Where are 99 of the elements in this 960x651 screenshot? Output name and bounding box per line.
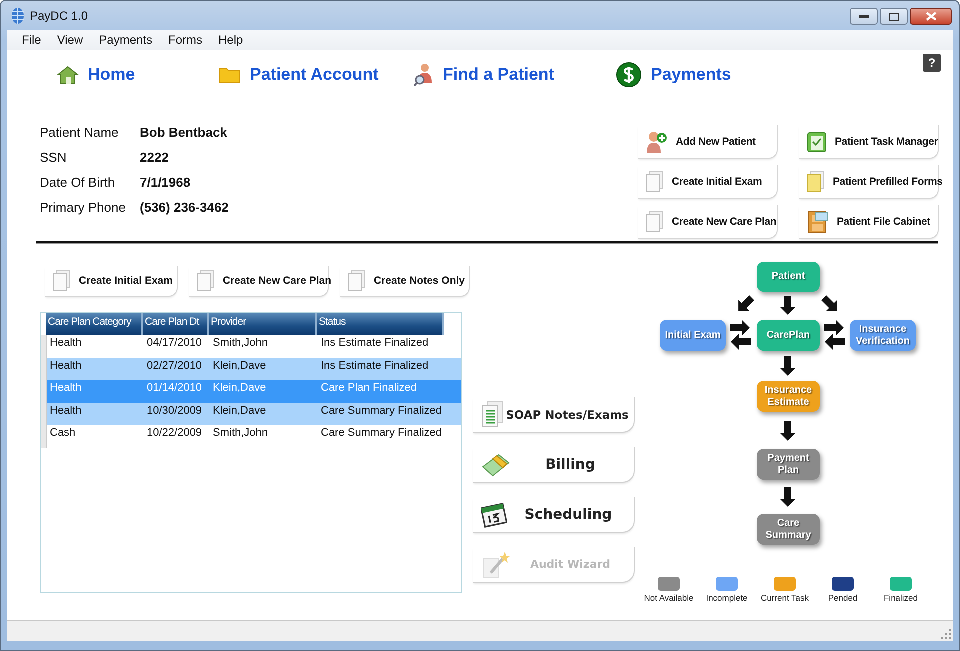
file-cabinet-icon [807,210,829,234]
close-button[interactable] [910,8,952,25]
nav-link[interactable]: Find a Patient [443,65,554,85]
arrow [738,296,754,312]
menu-item[interactable]: Payments [91,33,160,47]
table-cell-text: 01/14/2010 [146,381,204,396]
arrow [822,296,838,312]
arrow [824,320,844,336]
table-cell-text: Health [49,404,83,418]
column-header[interactable]: Care Plan Category [46,313,143,335]
action-button[interactable]: Patient Task Manager [799,125,939,159]
field-label: Patient Name [40,125,120,140]
person-search-icon [414,63,434,87]
clipboard-icon [807,130,827,152]
table-cell-text: Care Summary Finalized [320,426,444,441]
folder-icon [219,66,241,84]
table-cell-text: 02/27/2010 [146,358,204,374]
house-icon [57,65,79,85]
help-button[interactable]: ? [923,54,941,72]
table-cell-text: Klein,Dave [212,358,268,374]
field-label: Primary Phone [40,200,127,215]
table-cell-text: Cash [49,426,77,441]
menu-item[interactable]: View [49,33,92,47]
wand-icon [481,550,511,578]
menu-item[interactable]: Forms [160,33,210,47]
menu-item[interactable]: Help [210,33,252,47]
arrow [731,334,751,350]
table-cell-text: Klein,Dave [212,381,268,396]
table-cell-text: Health [49,358,83,374]
table-cell-text: Ins Estimate Finalized [320,358,430,374]
minimize-icon [859,15,869,18]
column-header[interactable]: Status [317,313,444,335]
notes-icon [481,400,505,428]
document-icon [348,270,366,292]
table-row[interactable]: Health 10/30/2009 Klein,Dave Care Summary Finalized [47,402,461,425]
legend-label: Not Available [644,593,694,603]
field-value: 2222 [140,150,169,165]
field-label: SSN [40,150,68,165]
action-button[interactable]: Add New Patient [638,125,778,159]
field-label: Date Of Birth [40,175,116,190]
legend-label: Current Task [760,593,810,603]
action-button[interactable]: Create New Care Plan [638,205,778,239]
document-icon [807,170,825,192]
window-title: PayDC 1.0 [30,8,88,22]
document-icon [646,170,664,192]
close-icon [926,12,936,21]
table-cell-text: 10/30/2009 [146,404,204,418]
legend-label: Pended [828,593,858,603]
document-icon [196,270,215,292]
maximize-button[interactable] [880,8,908,25]
action-button[interactable]: Create Initial Exam [638,165,778,199]
person-add-icon [646,130,668,154]
module-button[interactable]: SOAP Notes/Exams [473,397,635,433]
minimize-button[interactable] [850,8,878,25]
arrow [730,320,750,336]
arrow [825,334,845,350]
table-cell-text: Ins Estimate Finalized [320,336,430,351]
create-button[interactable]: Create New Care Plan [188,266,329,297]
arrow [780,356,796,376]
module-button[interactable]: Billing [473,447,635,483]
table-row[interactable]: Health 02/27/2010 Klein,Dave Ins Estimate Finalized [47,358,461,380]
nav-link[interactable]: Payments [651,65,732,85]
create-button[interactable]: Create Initial Exam [45,266,178,297]
menu-item[interactable]: File [14,33,50,47]
maximize-icon [889,12,899,20]
arrow [780,296,796,315]
module-button[interactable]: Scheduling [473,497,635,533]
table-cell-text: 04/17/2010 [146,336,204,351]
field-value: (536) 236-3462 [140,200,229,215]
resize-grip-icon[interactable] [941,629,951,639]
table-cell-text: Health [49,381,83,396]
table-row[interactable]: Cash 10/22/2009 Smith,John Care Summary Finalized [47,425,461,448]
nav-link[interactable]: Home [88,65,136,85]
column-header[interactable]: Care Plan Dt [143,313,209,335]
table-cell-text: Klein,Dave [212,404,268,418]
table-cell-text: Smith,John [212,426,270,441]
row-header[interactable] [41,335,47,358]
globe-icon [11,6,25,24]
document-icon [53,270,71,292]
table-cell-text: 10/22/2009 [146,426,204,441]
table-cell-text: Smith,John [212,336,270,351]
action-button[interactable]: Patient File Cabinet [799,205,939,239]
calendar-icon [481,502,507,528]
table-cell-text: Care Summary Finalized [320,404,444,418]
arrow [780,487,796,507]
row-header[interactable] [41,425,47,448]
create-button[interactable]: Create Notes Only [340,266,470,297]
document-icon [646,210,664,232]
column-header[interactable]: Provider [209,313,317,335]
dollar-icon [616,62,642,88]
table-cell-text: Care Plan Finalized [320,381,418,396]
table-cell-text: Health [49,336,83,351]
legend-label: Finalized [884,593,918,603]
table-row[interactable]: Health 04/17/2010 Smith,John Ins Estimate Finalized [47,335,461,358]
field-value: Bob Bentback [140,125,228,140]
nav-link[interactable]: Patient Account [250,65,379,85]
legend-label: Incomplete [706,593,748,603]
arrow [780,421,796,441]
field-value: 7/1/1968 [140,175,191,190]
